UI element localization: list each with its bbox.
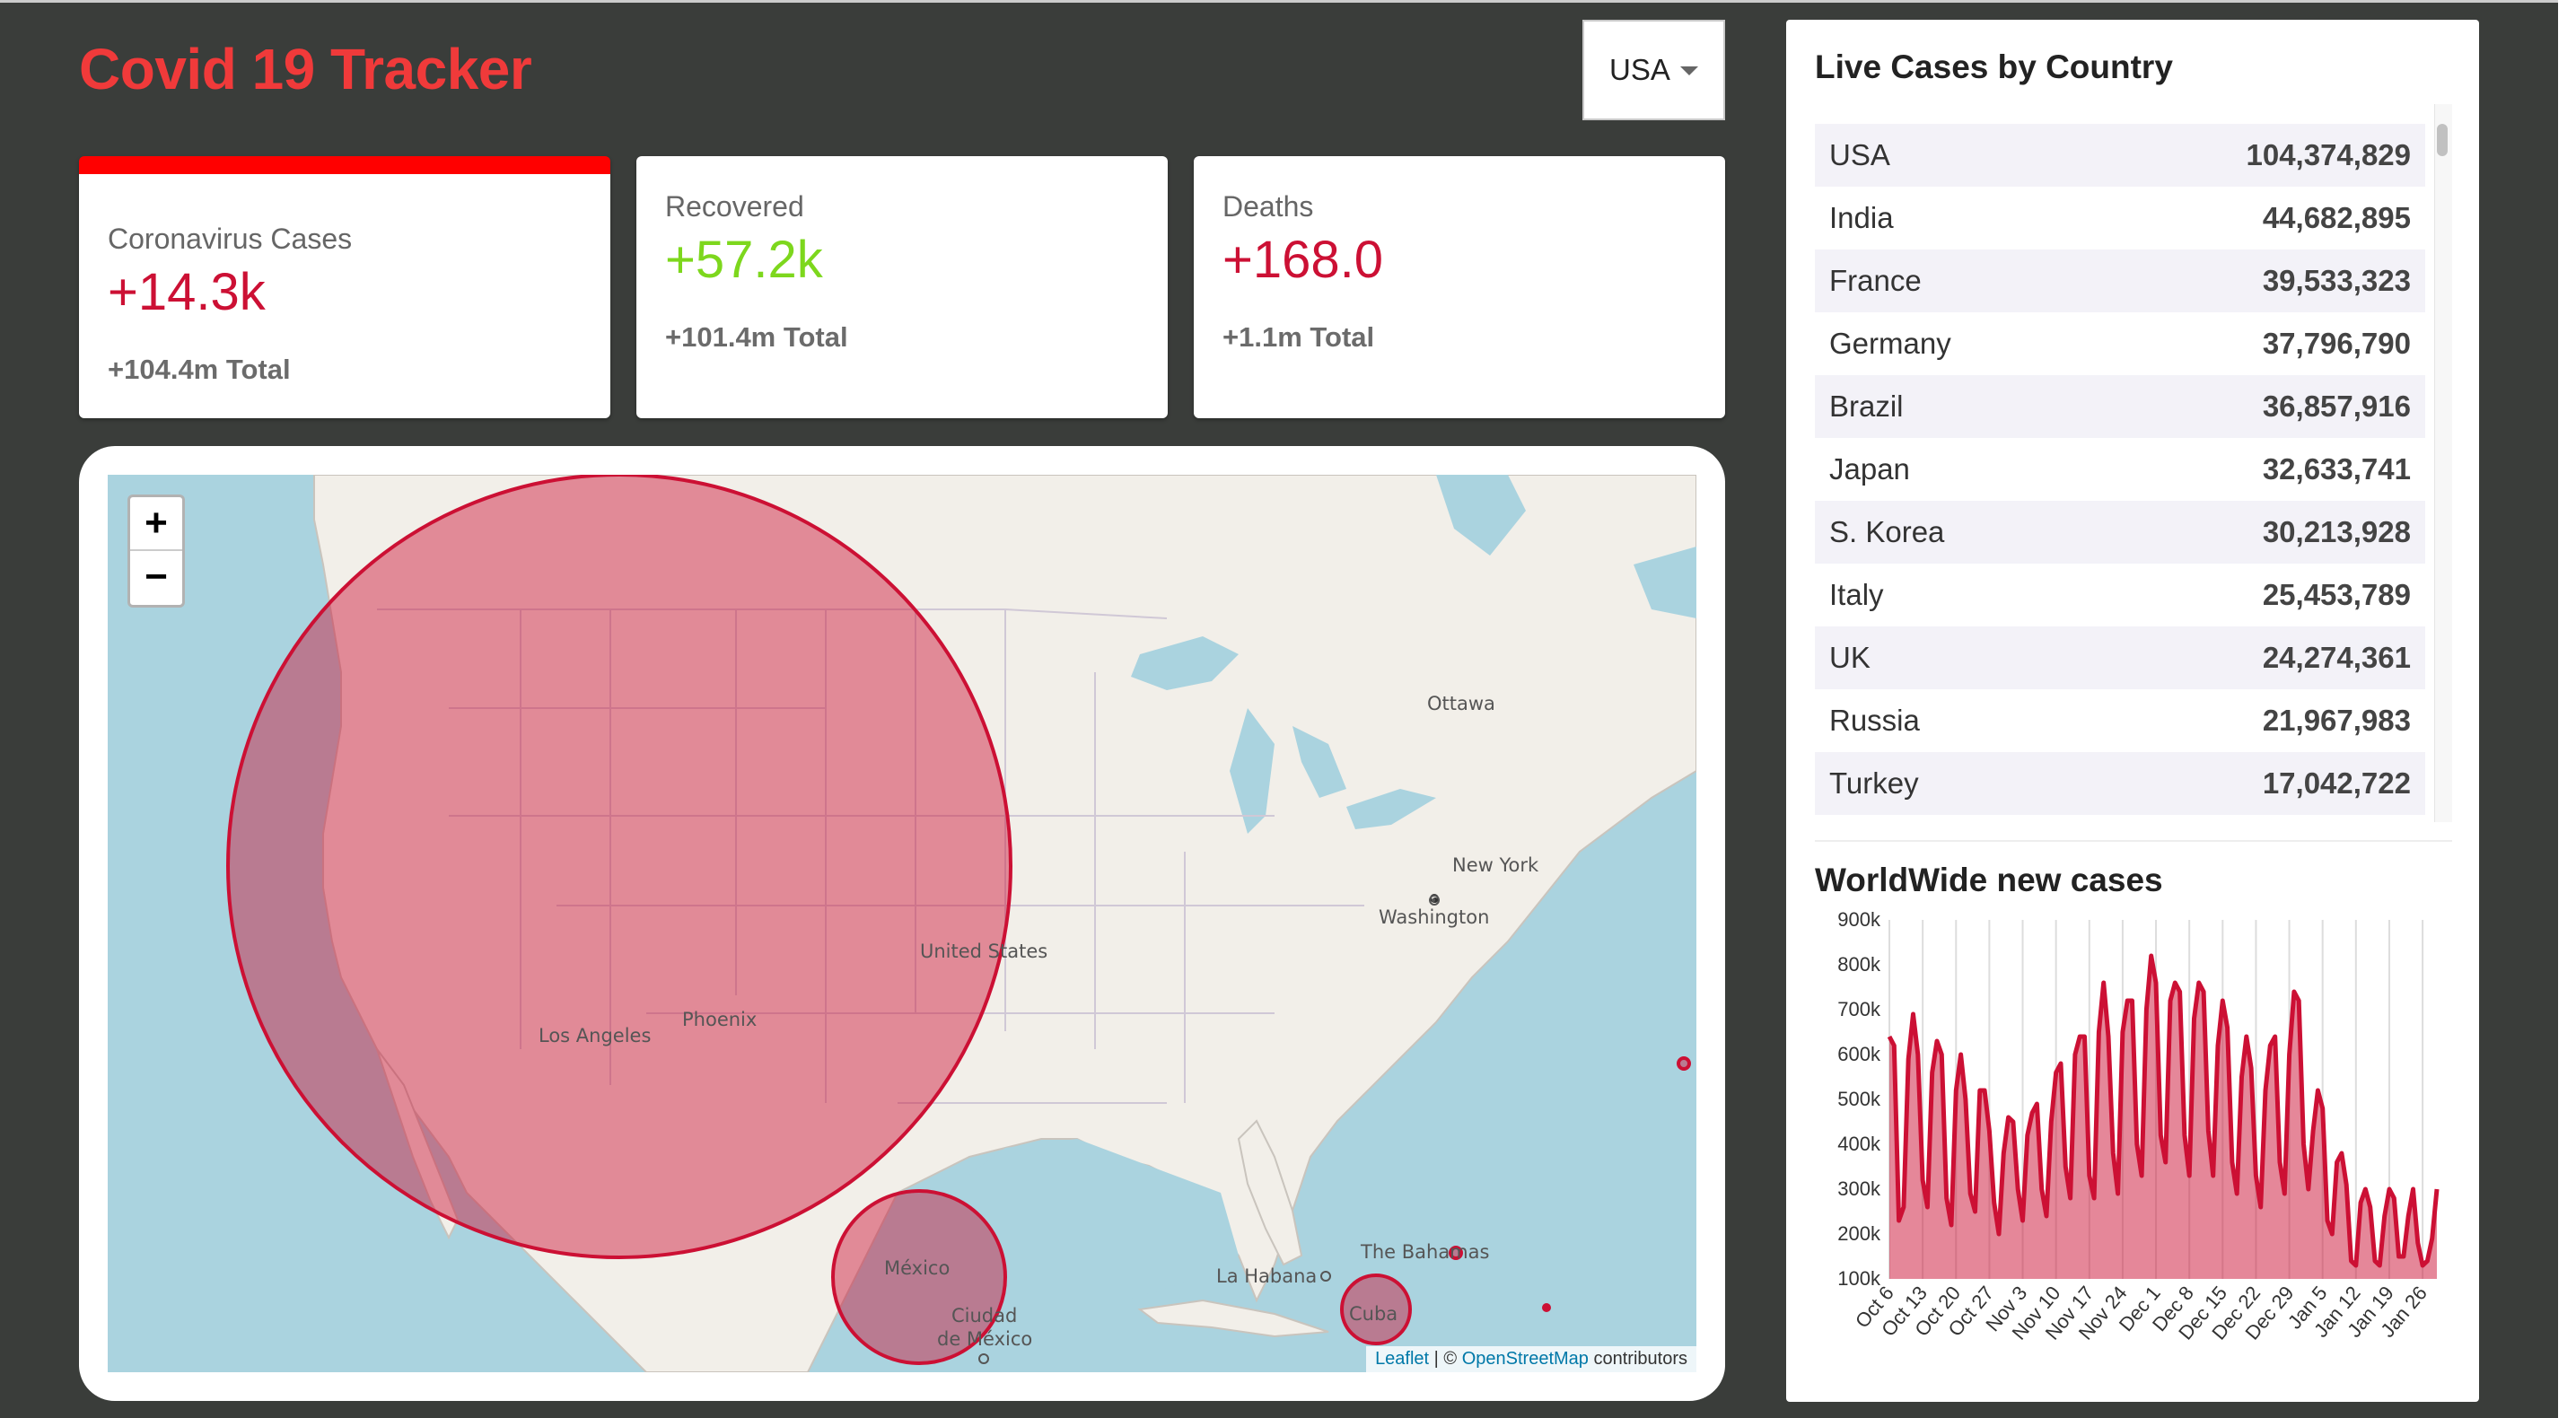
map-attribution: Leaflet | © OpenStreetMap contributors — [1366, 1346, 1696, 1372]
label-mexico: México — [884, 1257, 950, 1279]
country-name: Russia — [1829, 704, 1920, 737]
y-tick-label: 800k — [1837, 953, 1881, 976]
table-row[interactable]: Italy 25,453,789 — [1815, 564, 2425, 626]
app-title: Covid 19 Tracker — [79, 37, 532, 101]
y-tick-label: 900k — [1837, 908, 1881, 931]
country-cases: 39,533,323 — [2262, 264, 2411, 297]
country-name: Germany — [1829, 327, 1951, 360]
country-cases: 17,042,722 — [2262, 766, 2411, 800]
country-cases: 104,374,829 — [2246, 138, 2411, 171]
country-name: UK — [1829, 641, 1871, 674]
country-cases: 24,274,361 — [2262, 641, 2411, 674]
card-cases-value: +14.3k — [108, 263, 266, 321]
worldwide-title: WorldWide new cases — [1815, 862, 2163, 898]
attribution-suffix: contributors — [1588, 1349, 1687, 1369]
map-circle-usa — [226, 475, 1012, 1259]
zoom-in-button[interactable]: + — [130, 497, 182, 551]
map[interactable]: Ottawa New York Washington United States… — [108, 475, 1696, 1372]
window-top-border — [0, 0, 2576, 3]
country-cases: 36,857,916 — [2262, 390, 2411, 423]
country-cases: 21,967,983 — [2262, 704, 2411, 737]
country-cases: 44,682,895 — [2262, 201, 2411, 234]
card-deaths-value: +168.0 — [1222, 231, 1384, 289]
country-name: S. Korea — [1829, 515, 1945, 548]
y-tick-label: 200k — [1837, 1222, 1881, 1245]
card-deaths[interactable]: Deaths +168.0 +1.1m Total — [1194, 156, 1725, 418]
la-habana-dot — [1320, 1271, 1331, 1282]
label-washington: Washington — [1379, 906, 1489, 928]
chevron-down-icon — [1680, 66, 1698, 75]
card-deaths-total: +1.1m Total — [1222, 321, 1375, 353]
zoom-control: + − — [127, 495, 185, 608]
table-row[interactable]: India 44,682,895 — [1815, 187, 2425, 249]
map-circle-small — [1542, 1303, 1551, 1312]
y-tick-label: 600k — [1837, 1043, 1881, 1065]
table-row[interactable]: Germany 37,796,790 — [1815, 312, 2425, 375]
country-cases: 25,453,789 — [2262, 578, 2411, 611]
card-recovered-title: Recovered — [665, 190, 804, 223]
label-de-mexico: de México — [937, 1328, 1032, 1350]
country-name: Turkey — [1829, 766, 1919, 800]
label-cuba: Cuba — [1349, 1303, 1398, 1325]
card-recovered-total: +101.4m Total — [665, 321, 848, 353]
table-row[interactable]: Japan 32,633,741 — [1815, 438, 2425, 501]
label-la-habana: La Habana — [1216, 1265, 1317, 1287]
label-new-york: New York — [1452, 854, 1539, 876]
label-bahamas: The Bahamas — [1360, 1241, 1489, 1263]
zoom-out-button[interactable]: − — [130, 551, 182, 605]
map-circle-atlantic — [1677, 1056, 1691, 1071]
y-tick-label: 300k — [1837, 1177, 1881, 1200]
card-cases-title: Coronavirus Cases — [108, 223, 353, 255]
y-tick-label: 400k — [1837, 1133, 1881, 1155]
y-tick-label: 500k — [1837, 1088, 1881, 1110]
map-cuba — [1137, 1299, 1329, 1338]
label-ciudad: Ciudad — [951, 1305, 1017, 1326]
table-row[interactable]: Brazil 36,857,916 — [1815, 375, 2425, 438]
series-area — [1889, 956, 2437, 1279]
map-tiles[interactable]: Ottawa New York Washington United States… — [108, 475, 1696, 1372]
card-cases-total: +104.4m Total — [108, 354, 291, 385]
country-cases: 30,213,928 — [2262, 515, 2411, 548]
label-los-angeles: Los Angeles — [539, 1025, 651, 1046]
table-row[interactable]: Russia 21,967,983 — [1815, 689, 2425, 752]
panel-divider — [1815, 840, 2452, 842]
country-dropdown-value: USA — [1609, 53, 1670, 86]
leaflet-link[interactable]: Leaflet — [1375, 1349, 1429, 1369]
country-cases: 32,633,741 — [2262, 452, 2411, 486]
window-right-edge — [2558, 0, 2576, 1418]
country-table[interactable]: USA 104,374,829 India 44,682,895 France 39,53… — [1815, 124, 2425, 817]
card-recovered[interactable]: Recovered +57.2k +101.4m Total — [636, 156, 1168, 418]
table-row[interactable]: USA 104,374,829 — [1815, 124, 2425, 187]
card-cases[interactable]: Coronavirus Cases +14.3k +104.4m Total — [79, 156, 610, 418]
country-cases: 37,796,790 — [2262, 327, 2411, 360]
country-name: Japan — [1829, 452, 1910, 486]
country-dropdown[interactable]: USA — [1582, 20, 1725, 120]
card-deaths-title: Deaths — [1222, 190, 1314, 223]
label-united-states: United States — [920, 941, 1047, 962]
live-cases-title: Live Cases by Country — [1815, 48, 2173, 85]
worldwide-chart: 100k200k300k400k500k600k700k800k900kOct … — [1837, 908, 2440, 1344]
country-name: India — [1829, 201, 1894, 234]
y-tick-label: 100k — [1837, 1267, 1881, 1290]
table-row[interactable]: France 39,533,323 — [1815, 249, 2425, 312]
attribution-separator: | © — [1429, 1349, 1462, 1369]
label-ottawa: Ottawa — [1427, 693, 1495, 714]
country-name: USA — [1829, 138, 1890, 171]
y-tick-label: 700k — [1837, 998, 1881, 1020]
country-name: Brazil — [1829, 390, 1904, 423]
table-row[interactable]: Turkey 17,042,722 — [1815, 752, 2425, 815]
table-scrollbar-thumb[interactable] — [2437, 124, 2448, 156]
openstreetmap-link[interactable]: OpenStreetMap — [1462, 1349, 1589, 1369]
country-name: Italy — [1829, 578, 1884, 611]
mexico-city-dot — [978, 1353, 989, 1364]
country-name: France — [1829, 264, 1922, 297]
table-row[interactable]: S. Korea 30,213,928 — [1815, 501, 2425, 564]
table-scrollbar[interactable] — [2434, 104, 2452, 822]
card-recovered-value: +57.2k — [665, 231, 823, 289]
label-phoenix: Phoenix — [682, 1009, 757, 1030]
table-row[interactable]: UK 24,274,361 — [1815, 626, 2425, 689]
